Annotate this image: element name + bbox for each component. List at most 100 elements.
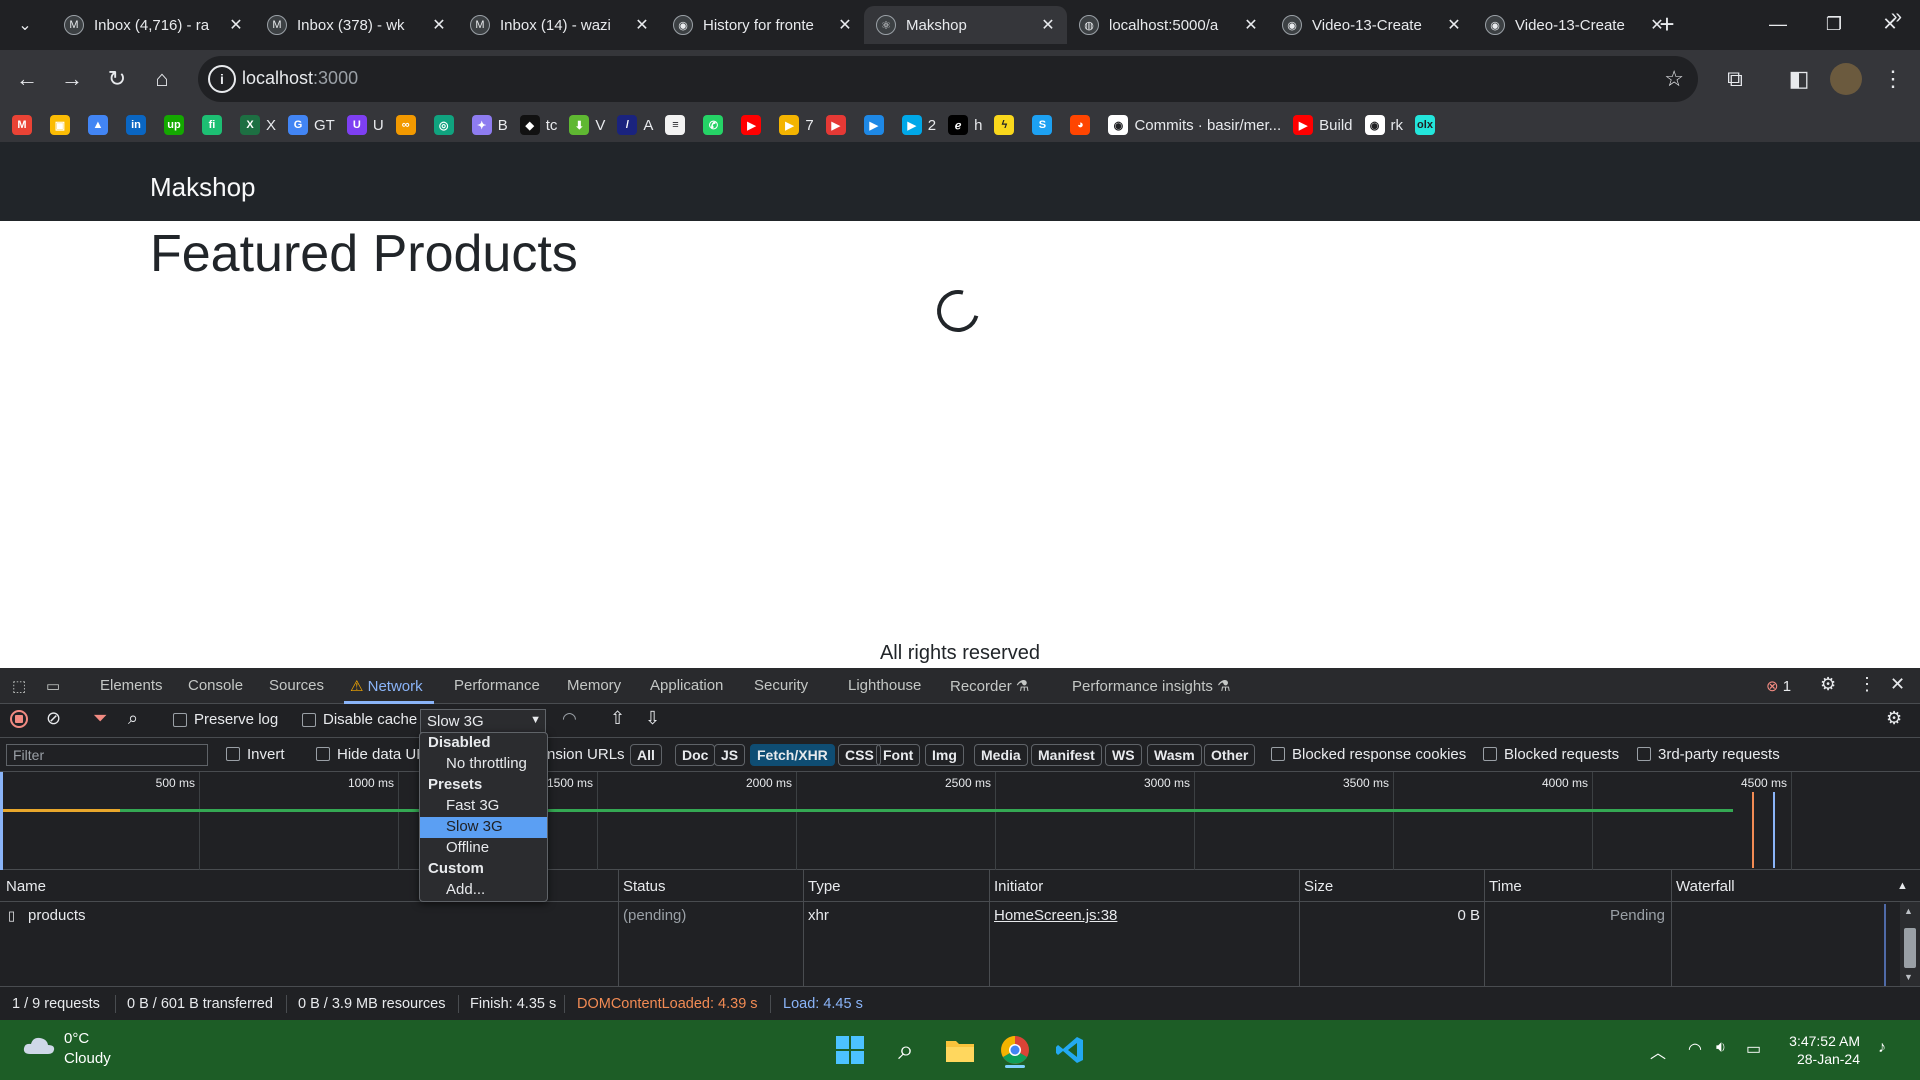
scroll-up-icon[interactable]: ▲ [1904,906,1913,916]
type-filter-img[interactable]: Img [925,744,964,766]
sort-ascending-icon[interactable]: ▲ [1897,880,1908,892]
menu-item-slow-3g[interactable]: Slow 3G [420,817,547,838]
bookmark-item[interactable]: ▶ [863,115,890,135]
extensions-button[interactable]: ⧉ [1718,62,1752,96]
type-filter-font[interactable]: Font [876,744,921,766]
bookmark-item[interactable]: S [1032,115,1058,135]
close-tab-button[interactable]: ✕ [227,15,245,35]
scroll-down-icon[interactable]: ▼ [1904,972,1913,982]
menu-item-no-throttling[interactable]: No throttling [420,754,547,775]
search-button[interactable]: ⌕ [128,708,138,729]
column-header-initiator[interactable]: Initiator [994,878,1043,895]
home-button[interactable]: ⌂ [145,62,179,96]
devtools-menu-button[interactable]: ⋮ [1858,674,1876,695]
devtools-tab-elements[interactable]: Elements [100,677,163,694]
bookmark-item[interactable]: G GT [288,115,335,135]
forward-button[interactable]: → [55,62,89,96]
browser-tab[interactable]: ◍ localhost:5000/a ✕ [1067,6,1270,44]
bookmark-item[interactable]: ▶ 2 [901,115,936,135]
invert-checkbox[interactable] [226,747,240,761]
battery-icon[interactable]: ▭ [1746,1039,1761,1059]
bookmark-item[interactable]: ℯh [948,115,982,135]
site-info-icon[interactable]: i [208,65,236,93]
devtools-tab-performance[interactable]: Performance [454,677,540,694]
table-scrollbar[interactable]: ▲ ▼ [1900,902,1920,986]
bookmark-item[interactable]: olx [1415,115,1441,135]
bookmark-item[interactable]: ▶ 7 [779,115,814,135]
bookmark-item[interactable]: fi [202,115,228,135]
bookmark-item[interactable]: UU [346,115,384,135]
bookmark-item[interactable]: ▣ [50,115,76,135]
type-filter-doc[interactable]: Doc [675,744,716,766]
type-filter-media[interactable]: Media [974,744,1028,766]
bookmark-item[interactable]: ✆ [703,115,729,135]
type-filter-other[interactable]: Other [1204,744,1256,766]
bookmark-item[interactable]: ◎ [433,115,460,135]
devtools-settings-button[interactable]: ⚙ [1820,674,1836,695]
devtools-tab-sources[interactable]: Sources [269,677,324,694]
browser-tab[interactable]: M Inbox (14) - wazi ✕ [458,6,661,44]
browser-tab[interactable]: ◉ Video-13-Create ✕ [1473,6,1676,44]
network-settings-button[interactable]: ⚙ [1886,708,1902,729]
bookmark-item[interactable]: ▶ [741,115,767,135]
table-row[interactable]: ▯ products (pending) xhr HomeScreen.js:3… [0,902,1920,928]
device-toolbar-icon[interactable]: ▭ [46,677,60,695]
bookmark-item[interactable]: up [164,115,190,135]
close-tab-button[interactable]: ✕ [633,15,651,35]
bookmark-item[interactable]: ◉ Commits · basir/mer... [1108,115,1281,135]
close-tab-button[interactable]: ✕ [836,15,854,35]
disable-cache-checkbox[interactable] [302,713,316,727]
site-brand-link[interactable]: Makshop [150,172,256,203]
bookmark-item[interactable]: ≡ [665,115,691,135]
wifi-icon[interactable]: ◠ [1688,1039,1702,1059]
type-filter-fetch-xhr[interactable]: Fetch/XHR [750,744,835,766]
browser-tab[interactable]: ⚛ Makshop ✕ [864,6,1067,44]
request-initiator-link[interactable]: HomeScreen.js:38 [994,907,1117,924]
column-header-waterfall[interactable]: Waterfall [1676,878,1735,895]
bookmark-star-icon[interactable]: ☆ [1664,66,1684,92]
throttling-select[interactable]: Slow 3G ▼ [420,709,546,733]
column-header-name[interactable]: Name [6,878,46,895]
blocked-requests-checkbox[interactable] [1483,747,1497,761]
close-tab-button[interactable]: ✕ [430,15,448,35]
close-tab-button[interactable]: ✕ [1445,15,1463,35]
chrome-taskbar-button[interactable] [995,1032,1035,1068]
minimize-button[interactable]: — [1750,0,1806,48]
taskbar-clock[interactable]: 3:47:52 AM 28-Jan-24 [1789,1032,1860,1068]
file-explorer-button[interactable] [940,1032,980,1068]
browser-tab[interactable]: M Inbox (4,716) - ra ✕ [52,6,255,44]
devtools-tab-application[interactable]: Application [650,677,723,694]
bookmark-item[interactable]: ▶ [825,115,852,135]
error-badge[interactable]: ⊗ 1 [1766,677,1791,695]
devtools-tab-memory[interactable]: Memory [567,677,621,694]
column-header-type[interactable]: Type [808,878,841,895]
vscode-taskbar-button[interactable] [1050,1032,1090,1068]
close-tab-button[interactable]: ✕ [1039,15,1057,35]
clear-button[interactable]: ⊘ [46,708,61,729]
type-filter-ws[interactable]: WS [1105,744,1142,766]
restore-button[interactable]: ❐ [1806,0,1862,48]
overview-selection-left-handle[interactable] [0,772,3,870]
tab-search-button[interactable]: ⌄ [8,8,42,42]
third-party-checkbox[interactable] [1637,747,1651,761]
bookmark-item[interactable]: ▶ Build [1293,115,1353,135]
bookmark-item[interactable]: ▲ [88,115,114,135]
type-filter-wasm[interactable]: Wasm [1147,744,1202,766]
profile-avatar[interactable] [1830,63,1862,95]
blocked-cookies-checkbox[interactable] [1271,747,1285,761]
export-har-button[interactable]: ⇩ [645,708,660,729]
devtools-tab-performance-insights[interactable]: Performance insights ⚗ [1072,677,1231,695]
hide-data-urls-checkbox[interactable] [316,747,330,761]
import-har-button[interactable]: ⇧ [610,708,625,729]
bookmark-item[interactable]: ∞ [395,115,422,135]
record-button[interactable] [10,710,28,728]
filter-input[interactable]: Filter [6,744,208,766]
more-bookmarks-button[interactable]: » [1891,6,1902,29]
bookmark-item[interactable]: ◕ [1070,115,1096,135]
browser-tab[interactable]: M Inbox (378) - wk ✕ [255,6,458,44]
network-overview-timeline[interactable]: 500 ms 1000 ms 1500 ms 2000 ms 2500 ms 3000 m… [0,772,1920,870]
taskbar-search-button[interactable]: ⌕ [886,1032,926,1068]
browser-tab[interactable]: ◉ Video-13-Create ✕ [1270,6,1473,44]
browser-menu-button[interactable]: ⋮ [1876,62,1910,96]
devtools-tab-lighthouse[interactable]: Lighthouse [848,677,921,694]
